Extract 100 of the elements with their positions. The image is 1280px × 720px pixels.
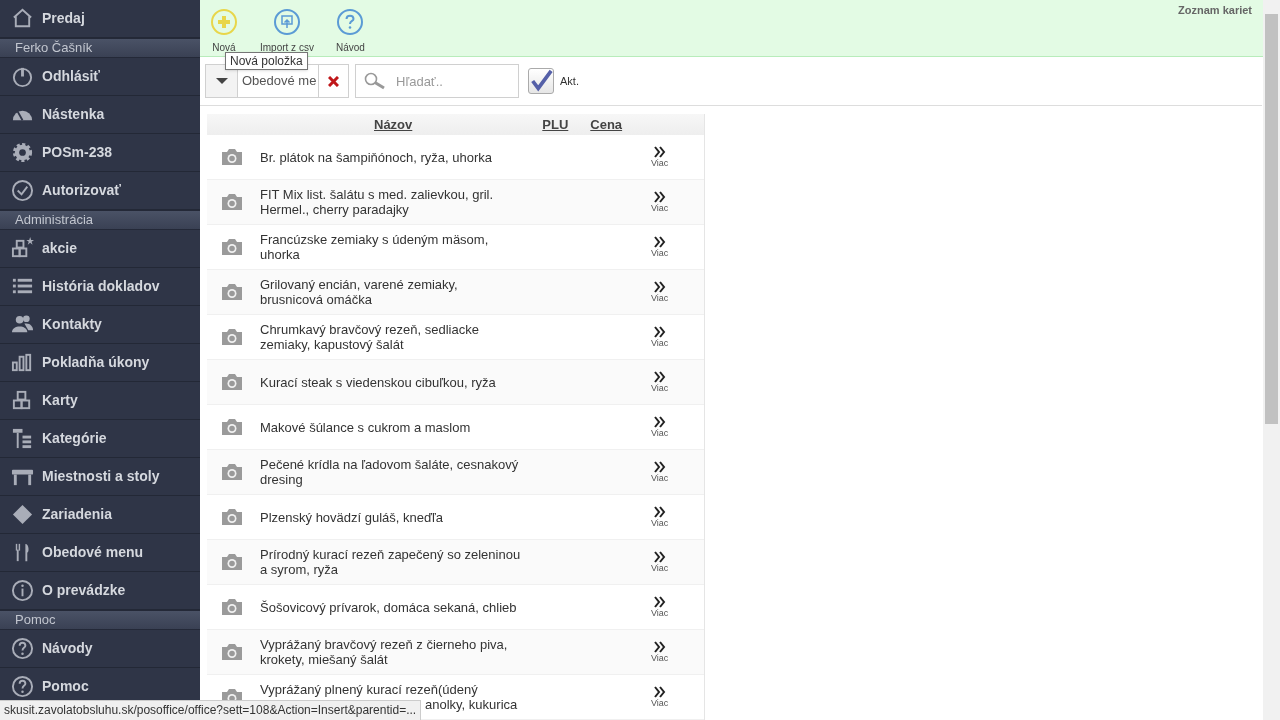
scrollbar[interactable] [1263,0,1280,720]
item-name: brusnicová omáčka [260,292,373,307]
sidebar-item[interactable]: Návody [0,630,200,668]
camera-icon[interactable] [221,643,243,661]
item-name: krokety, miešaný šalát [260,652,389,667]
more-link[interactable]: Viac [651,236,669,258]
sidebar-item[interactable]: Nástenka [0,96,200,134]
more-link[interactable]: Viac [651,326,669,348]
more-link[interactable]: Viac [651,416,669,438]
sidebar-item[interactable]: História dokladov [0,268,200,306]
camera-icon[interactable] [221,328,243,346]
sidebar-item[interactable]: Pokladňa úkony [0,344,200,382]
double-chevron-icon [653,596,666,608]
item-name: a syrom, ryža [260,562,339,577]
sidebar-item[interactable]: Obedové menu [0,534,200,572]
item-name: Hermel., cherry paradajky [260,202,410,217]
double-chevron-icon [653,326,666,338]
item-name: Plzenský hovädzí guláš, kneďľa [260,509,445,525]
caret-icon [215,77,228,85]
camera-icon[interactable] [221,553,243,571]
toolbar-button[interactable]: Nová [210,8,238,55]
sidebar-item[interactable]: POSm-238 [0,134,200,172]
item-name: Br. plátok na šampiňónoch, ryža, uhorka [260,149,493,165]
item-name: Chrumkavý bravčový rezeň, sedliacke [260,322,480,337]
sidebar-item[interactable]: Odhlásiť [0,58,200,96]
bars-icon [11,351,34,374]
sidebar-item[interactable]: akcie [0,230,200,268]
more-link[interactable]: Viac [651,686,669,708]
item-name: Šošovicový prívarok, domáca sekaná, chlieb [260,599,518,615]
sidebar-section-header: Pomoc [0,610,200,630]
double-chevron-icon [653,371,666,383]
clear-icon[interactable] [328,75,339,87]
more-link[interactable]: Viac [651,281,669,303]
sidebar-section-header: Administrácia [0,210,200,230]
item-name: Kurací steak s viedenskou cibuľkou, ryža [260,374,497,390]
sidebar-item[interactable]: Karty [0,382,200,420]
camera-icon[interactable] [221,463,243,481]
more-link[interactable]: Viac [651,191,669,213]
more-link[interactable]: Viac [651,506,669,528]
item-name: Prírodný kurací rezeň zapečený so zeleninou [260,547,522,562]
camera-icon[interactable] [221,373,243,391]
tree-icon [11,427,34,450]
check-circle-icon [11,179,34,202]
item-name: zemiaky, kapustový šalát [260,337,405,352]
item-name: Vyprážaný plnený kurací rezeň(údený [260,682,479,697]
house-icon [11,7,34,30]
more-link[interactable]: Viac [651,596,669,618]
item-name: Makové šúlance s cukrom a maslom [260,419,472,435]
boxes-star-icon [11,237,34,260]
category-value: Obedové me [241,72,318,90]
camera-icon[interactable] [221,598,243,616]
more-link[interactable]: Viac [651,551,669,573]
camera-icon[interactable] [221,148,243,166]
camera-icon[interactable] [221,193,243,211]
column-header[interactable]: PLU [542,116,569,132]
help-icon [11,637,34,660]
item-name: Pečené krídla na ľadovom šaláte, cesnakový [260,457,520,472]
more-link[interactable]: Viac [651,371,669,393]
item-name: Grilovaný encián, varené zemiaky, [260,277,459,292]
camera-icon[interactable] [221,508,243,526]
power-icon [11,65,34,88]
search-field[interactable]: Hľadať.. [355,64,519,98]
double-chevron-icon [653,686,666,698]
item-name: Francúzske zemiaky s údeným mäsom, [260,232,490,247]
status-url-tooltip: skusit.zavolatobsluhu.sk/posoffice/office?sett=108&Action=Insert&parentid=... [0,700,422,720]
double-chevron-icon [653,146,666,158]
double-chevron-icon [653,236,666,248]
double-chevron-icon [653,641,666,653]
camera-icon[interactable] [221,238,243,256]
toolbar-button[interactable]: Import z csv [260,8,314,55]
double-chevron-icon [653,191,666,203]
column-header[interactable]: Cena [590,116,623,132]
double-chevron-icon [653,281,666,293]
search-icon [364,72,386,90]
sidebar-item[interactable]: Kategórie [0,420,200,458]
camera-icon[interactable] [221,283,243,301]
item-name: dresing [260,472,304,487]
checkmark-icon [529,68,553,94]
more-link[interactable]: Viac [651,146,669,168]
double-chevron-icon [653,461,666,473]
settings-icon [11,141,34,164]
item-name: FIT Mix list. šalátu s med. zalievkou, gril. [260,187,495,202]
active-label: Akt. [560,73,579,89]
toolbar-button[interactable]: Návod [335,8,365,55]
info-icon [11,579,34,602]
card-list-link[interactable]: Zoznam kariet [1178,2,1252,19]
double-chevron-icon [653,506,666,518]
item-name: anolky, kukurica [425,697,519,712]
diamond-icon [11,503,34,526]
sidebar-item[interactable]: Zariadenia [0,496,200,534]
sidebar-item[interactable]: Kontakty [0,306,200,344]
tooltip: Nová položka [225,52,308,70]
sidebar-section-header: Ferko Čašník [0,38,200,58]
active-checkbox[interactable] [528,68,554,94]
more-link[interactable]: Viac [651,461,669,483]
column-header[interactable]: Názov [374,116,413,132]
more-link[interactable]: Viac [651,641,669,663]
help-icon [11,675,34,698]
sidebar-item[interactable]: Miestnosti a stoly [0,458,200,496]
camera-icon[interactable] [221,418,243,436]
